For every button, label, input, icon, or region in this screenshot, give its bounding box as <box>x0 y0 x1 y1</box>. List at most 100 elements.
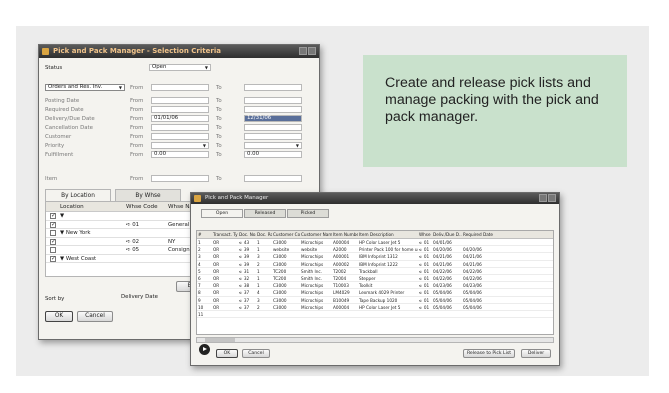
table-cell: ➪ 32 <box>239 275 250 281</box>
cancellation-date-to[interactable] <box>244 124 302 131</box>
pp-col-header[interactable]: Deliv./Due D... <box>432 231 462 238</box>
table-cell: 04/21/06 <box>463 261 482 267</box>
table-row[interactable]: 2 OR ➪ 39 1 website website A2000 Printer Pack … <box>197 246 553 254</box>
pp-col-header[interactable]: Doc. No. <box>238 231 256 238</box>
table-row[interactable]: 10 OR ➪ 37 2 C3000 Microchips A00004 HP Color L… <box>197 304 553 311</box>
table-cell: 4 <box>198 261 201 267</box>
table-cell: 04/23/06 <box>433 283 452 289</box>
priority-to-select[interactable]: ▼ <box>244 142 302 149</box>
close-button[interactable] <box>308 47 316 55</box>
pp-col-header[interactable]: Item Number <box>332 231 358 238</box>
cancellation-date-from[interactable] <box>151 124 209 131</box>
table-cell <box>358 311 418 317</box>
table-cell: OR <box>213 304 220 310</box>
table-cell: Microchips <box>301 290 324 296</box>
posting-date-from[interactable] <box>151 97 209 104</box>
table-cell: Smith Inc. <box>301 275 323 281</box>
row-checkbox[interactable] <box>50 255 56 262</box>
table-row[interactable]: 4 OR ➪ 39 2 C3000 Microchips A00002 IBM Infopri… <box>197 261 553 268</box>
table-row[interactable]: 1 OR ➪ 43 1 C3000 Microchips A00004 HP Color La… <box>197 239 553 247</box>
close-button[interactable] <box>548 194 556 202</box>
table-cell: B10049 <box>333 297 350 303</box>
customer-to[interactable] <box>244 133 302 140</box>
deliver-button[interactable]: Deliver <box>521 349 551 358</box>
row-checkbox[interactable] <box>50 221 56 228</box>
row-checkbox[interactable] <box>50 247 56 253</box>
table-cell: T2004 <box>333 275 347 281</box>
tab-picked[interactable]: Picked <box>287 209 329 218</box>
table-cell: 1 <box>198 240 201 245</box>
pp-col-header[interactable]: Doc. Row <box>256 231 272 238</box>
table-cell <box>418 311 432 317</box>
minimize-button[interactable] <box>539 194 547 202</box>
table-cell: OR <box>213 283 220 289</box>
table-cell: 05/04/06 <box>463 304 482 310</box>
doc-to-field[interactable] <box>244 84 302 91</box>
delivery-date-from[interactable]: 01/01/06 <box>151 115 209 122</box>
table-cell: ➪ 01 <box>419 275 430 281</box>
sort-by-value[interactable]: Delivery Date <box>119 294 191 302</box>
row-checkbox[interactable] <box>50 230 56 236</box>
table-cell <box>462 311 496 317</box>
doc-from-field[interactable] <box>151 84 209 91</box>
tab-by-whse[interactable]: By Whse <box>115 189 181 201</box>
customer-from[interactable] <box>151 133 209 140</box>
tab-by-location[interactable]: By Location <box>45 189 111 201</box>
minimize-button[interactable] <box>299 47 307 55</box>
table-row[interactable]: 3 OR ➪ 39 3 C3000 Microchips A00001 IBM Infopri… <box>197 253 553 261</box>
item-to-field[interactable] <box>244 175 302 182</box>
priority-from-select[interactable]: ▼ <box>151 142 209 149</box>
table-row[interactable]: 8 OR ➪ 37 4 C3000 Microchips LM4029 Lexmark 402… <box>197 289 553 297</box>
description-callout: Create and release pick lists and manage… <box>363 55 627 167</box>
selection-window-titlebar: Pick and Pack Manager - Selection Criter… <box>39 45 319 58</box>
tab-open[interactable]: Open <box>201 209 243 218</box>
pick-pack-manager-window: Pick and Pack Manager Open Released Pick… <box>190 192 560 366</box>
pp-col-header[interactable]: Customer Code <box>272 231 300 238</box>
fulfillment-to[interactable]: 0.00 <box>244 151 302 158</box>
document-type-select[interactable]: Orders and Res. Inv. ▼ <box>45 84 125 91</box>
table-row[interactable]: 7 OR ➪ 38 1 C3000 Microchips T10003 Toolkit ➪ 01… <box>197 282 553 290</box>
table-row[interactable]: 6 OR ➪ 32 1 TC200 Smith Inc. T2004 Stepper ➪ 01 0… <box>197 275 553 283</box>
table-cell: 5 <box>198 268 201 274</box>
table-cell: ➪ 43 <box>239 240 250 245</box>
ok-button[interactable]: OK <box>45 311 73 322</box>
cancel-button[interactable]: Cancel <box>77 311 113 322</box>
posting-date-to[interactable] <box>244 97 302 104</box>
pp-col-header[interactable]: Item Description <box>358 231 418 238</box>
table-cell: 05/04/06 <box>433 290 452 296</box>
table-cell: ➪ 39 <box>239 261 250 267</box>
horizontal-scrollbar[interactable] <box>196 337 554 343</box>
delivery-date-to[interactable]: 12/31/06 <box>244 115 302 122</box>
required-date-from[interactable] <box>151 106 209 113</box>
status-select[interactable]: Open ▼ <box>149 64 211 71</box>
release-to-pick-list-button[interactable]: Release to Pick List <box>463 349 515 358</box>
table-cell: Microchips <box>301 240 324 245</box>
pp-col-header[interactable]: Customer Name <box>300 231 332 238</box>
row-checkbox[interactable] <box>50 212 56 220</box>
pp-col-header[interactable]: Transact. Type <box>212 231 238 238</box>
pp-cancel-button[interactable]: Cancel <box>242 349 270 358</box>
table-row[interactable]: 5 OR ➪ 31 1 TC200 Smith Inc. T2002 Trackball ➪ 0… <box>197 268 553 275</box>
row-checkbox[interactable] <box>50 238 56 245</box>
item-from-field[interactable] <box>151 175 209 182</box>
table-row[interactable]: 9 OR ➪ 37 3 C3000 Microchips B10049 Tape Backup… <box>197 297 553 304</box>
table-cell: website <box>301 247 318 253</box>
table-cell: OR <box>213 297 220 303</box>
table-cell <box>462 239 496 245</box>
item-label: Item <box>45 176 58 182</box>
pp-col-header[interactable]: # <box>197 231 206 238</box>
required-date-to[interactable] <box>244 106 302 113</box>
table-row[interactable]: 11 <box>197 311 553 319</box>
table-cell <box>256 311 272 317</box>
scrollbar-thumb[interactable] <box>205 338 235 342</box>
selection-window-title: Pick and Pack Manager - Selection Criter… <box>53 47 221 55</box>
pp-col-header[interactable]: Required Date <box>462 231 496 238</box>
tab-released[interactable]: Released <box>244 209 286 218</box>
table-cell: 04/20/06 <box>463 247 482 253</box>
fulfillment-from[interactable]: 0.00 <box>151 151 209 158</box>
pp-ok-button[interactable]: OK <box>216 349 238 358</box>
pp-col-header[interactable]: Whse <box>418 231 432 238</box>
table-cell: 04/22/06 <box>433 275 452 281</box>
table-cell: 04/21/06 <box>433 261 452 267</box>
table-cell: IBM Infoprint 1312 <box>359 254 398 260</box>
